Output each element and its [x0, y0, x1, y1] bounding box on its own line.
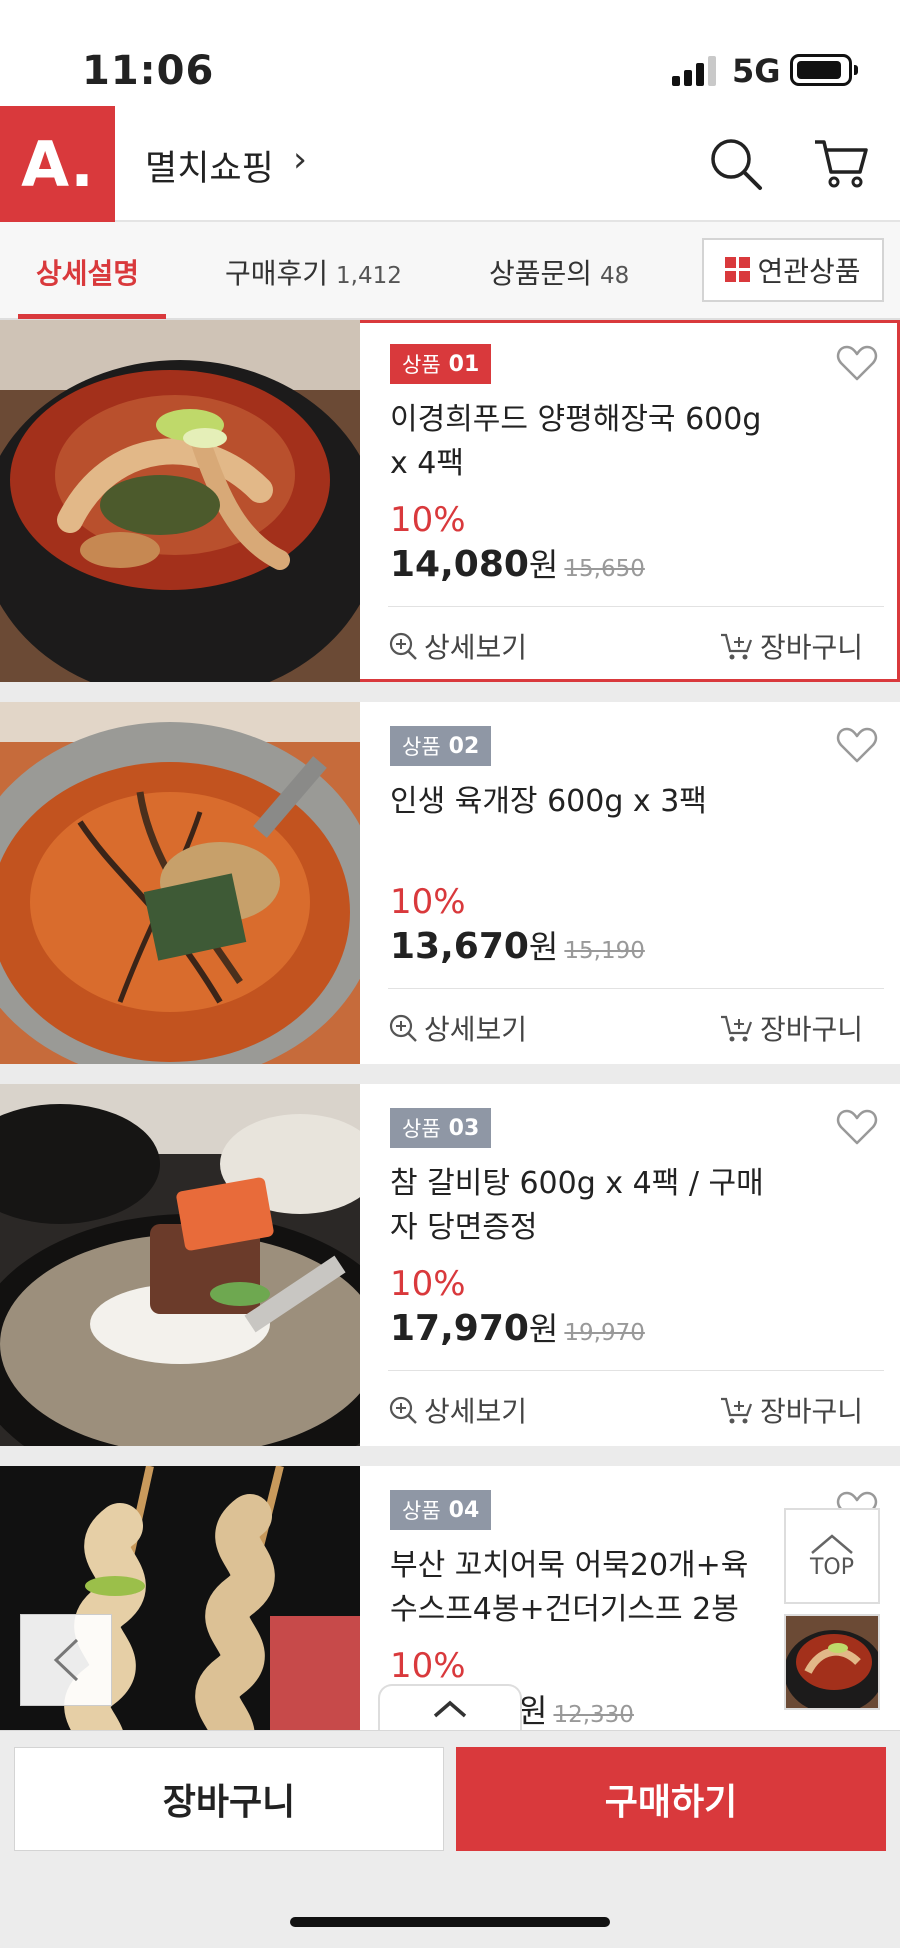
- view-detail-button[interactable]: 상세보기: [388, 626, 527, 666]
- discount-rate: 10%: [390, 1646, 466, 1686]
- product-list: 상품 01 이경희푸드 양평해장국 600g x 4팩 10% 14,080원 15,…: [0, 320, 900, 1730]
- status-bar: 11:06 5G: [0, 0, 900, 106]
- chevron-right-icon[interactable]: ›: [293, 140, 307, 180]
- discount-rate: 10%: [390, 1264, 466, 1304]
- view-detail-button[interactable]: 상세보기: [388, 1008, 527, 1048]
- product-title[interactable]: 참 갈비탕 600g x 4팩 / 구매 자 당면증정: [390, 1162, 820, 1250]
- product-card[interactable]: 상품 03 참 갈비탕 600g x 4팩 / 구매 자 당면증정 10% 17,9…: [0, 1084, 900, 1446]
- zoom-in-icon: [389, 1014, 417, 1042]
- tab-related-products[interactable]: 연관상품: [702, 238, 884, 302]
- tab-qna-count: 48: [600, 263, 630, 289]
- search-icon[interactable]: [708, 136, 764, 192]
- original-price: 19,970: [564, 1320, 645, 1346]
- tab-qna-label: 상품문의: [489, 257, 593, 290]
- product-price: 원 12,330: [518, 1692, 634, 1730]
- product-card[interactable]: 상품 02 인생 육개장 600g x 3팩 10% 13,670원 15,190 …: [0, 702, 900, 1064]
- scroll-top-label: TOP: [809, 1554, 855, 1580]
- app-logo[interactable]: A.: [0, 106, 115, 222]
- original-price: 15,190: [564, 938, 645, 964]
- tab-qna[interactable]: 상품문의 48: [489, 252, 629, 292]
- original-price: 15,650: [564, 556, 645, 582]
- heart-icon[interactable]: [836, 726, 878, 764]
- chevron-up-icon: [433, 1700, 467, 1718]
- divider: [388, 988, 884, 989]
- product-price: 14,080원 15,650: [390, 544, 645, 585]
- heart-icon[interactable]: [836, 1108, 878, 1146]
- signal-icon: [672, 56, 718, 86]
- view-detail-button[interactable]: 상세보기: [388, 1390, 527, 1430]
- product-image[interactable]: [0, 702, 360, 1064]
- cart-button[interactable]: 장바구니: [14, 1747, 444, 1851]
- product-badge: 상품 02: [390, 726, 492, 766]
- battery-icon: [790, 54, 858, 86]
- product-image[interactable]: [0, 1084, 360, 1446]
- recent-product-thumbnail[interactable]: [784, 1614, 880, 1710]
- discount-rate: 10%: [390, 882, 466, 922]
- zoom-in-icon: [389, 632, 417, 660]
- network-label: 5G: [732, 52, 781, 90]
- add-cart-icon: [721, 1015, 753, 1042]
- add-to-cart-button[interactable]: 장바구니: [720, 626, 863, 666]
- divider: [388, 606, 884, 607]
- bottom-action-bar: 장바구니 구매하기: [0, 1730, 900, 1948]
- product-price: 13,670원 15,190: [390, 926, 645, 967]
- shop-name-link[interactable]: 멸치쇼핑: [145, 140, 274, 191]
- chevron-left-icon: [53, 1638, 79, 1682]
- tab-reviews[interactable]: 구매후기 1,412: [225, 252, 402, 292]
- add-cart-icon: [721, 1397, 753, 1424]
- detail-tabs: 상세설명 구매후기 1,412 상품문의 48 연관상품: [0, 222, 900, 320]
- cart-icon[interactable]: [812, 134, 870, 192]
- add-cart-icon: [721, 633, 753, 660]
- add-to-cart-button[interactable]: 장바구니: [720, 1390, 863, 1430]
- chevron-up-icon: [811, 1533, 853, 1554]
- status-time: 11:06: [82, 48, 215, 94]
- active-tab-indicator: [18, 314, 166, 319]
- discount-rate: 10%: [390, 500, 466, 540]
- tab-related-label: 연관상품: [757, 255, 861, 288]
- product-card[interactable]: 상품 01 이경희푸드 양평해장국 600g x 4팩 10% 14,080원 15,…: [0, 320, 900, 682]
- grid-icon: [725, 257, 751, 283]
- divider: [388, 1370, 884, 1371]
- scroll-top-button[interactable]: TOP: [784, 1508, 880, 1604]
- buy-now-button[interactable]: 구매하기: [456, 1747, 886, 1851]
- tab-detail[interactable]: 상세설명: [36, 252, 139, 292]
- product-price: 17,970원 19,970: [390, 1308, 645, 1349]
- product-title[interactable]: 이경희푸드 양평해장국 600g x 4팩: [390, 398, 820, 486]
- product-badge: 상품 01: [390, 344, 492, 384]
- heart-icon[interactable]: [836, 344, 878, 382]
- home-indicator: [290, 1917, 610, 1927]
- add-to-cart-button[interactable]: 장바구니: [720, 1008, 863, 1048]
- tab-reviews-count: 1,412: [336, 263, 402, 289]
- zoom-in-icon: [389, 1396, 417, 1424]
- back-button[interactable]: [20, 1614, 112, 1706]
- tab-reviews-label: 구매후기: [225, 257, 329, 290]
- product-title[interactable]: 인생 육개장 600g x 3팩: [390, 780, 820, 824]
- product-image[interactable]: [0, 320, 360, 682]
- collapse-handle[interactable]: [378, 1684, 522, 1732]
- product-badge: 상품 03: [390, 1108, 492, 1148]
- product-badge: 상품 04: [390, 1490, 492, 1530]
- app-header: A. 멸치쇼핑 ›: [0, 106, 900, 222]
- product-title[interactable]: 부산 꼬치어묵 어묵20개+육 수스프4봉+건더기스프 2봉: [390, 1544, 820, 1632]
- original-price: 12,330: [553, 1702, 634, 1728]
